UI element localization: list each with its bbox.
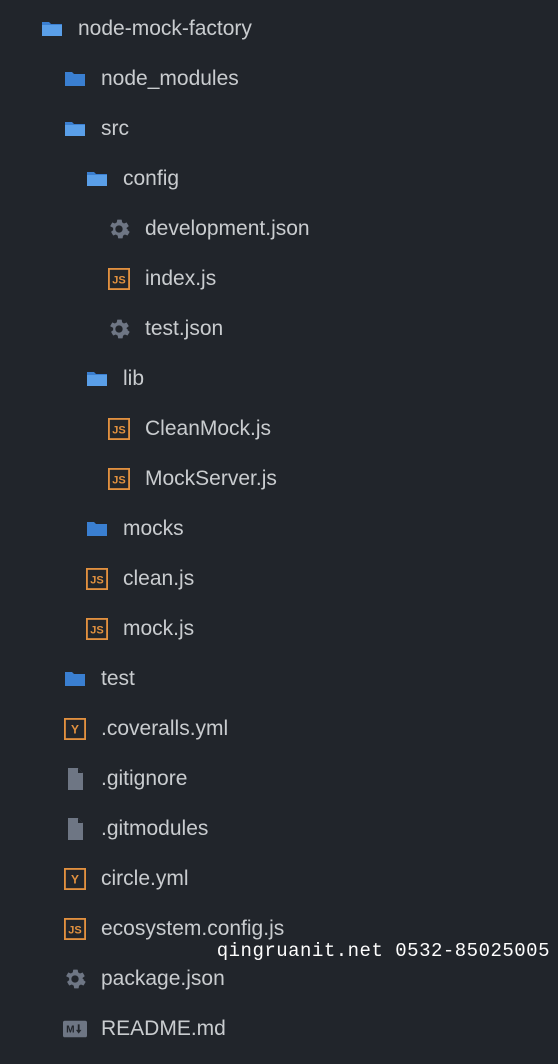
tree-item[interactable]: .gitmodules [0,804,558,854]
js-file-icon: JS [107,267,131,291]
folder-closed-icon [63,67,87,91]
tree-item-label: config [123,167,179,191]
js-file-icon: JS [85,567,109,591]
folder-open-icon [63,117,87,141]
tree-item[interactable]: M README.md [0,1004,558,1054]
svg-text:JS: JS [90,575,103,587]
tree-item-label: circle.yml [101,867,189,891]
tree-item-label: lib [123,367,144,391]
tree-item[interactable]: JS CleanMock.js [0,404,558,454]
tree-item[interactable]: JS MockServer.js [0,454,558,504]
tree-item-label: ecosystem.config.js [101,917,284,941]
js-file-icon: JS [107,467,131,491]
folder-closed-icon [63,667,87,691]
folder-open-icon [40,17,64,41]
tree-item-label: MockServer.js [145,467,277,491]
js-file-icon: JS [107,417,131,441]
gear-icon [107,317,131,341]
tree-item[interactable]: Ycircle.yml [0,854,558,904]
markdown-file-icon: M [63,1017,87,1041]
tree-item-label: clean.js [123,567,194,591]
svg-text:JS: JS [112,425,125,437]
tree-item[interactable]: JS mock.js [0,604,558,654]
tree-item[interactable]: node-mock-factory [0,4,558,54]
svg-text:JS: JS [112,275,125,287]
tree-item[interactable]: Y .coveralls.yml [0,704,558,754]
tree-item-label: node_modules [101,67,239,91]
js-file-icon: JS [85,617,109,641]
js-file-icon: JS [63,917,87,941]
svg-text:Y: Y [71,873,79,887]
tree-item-label: mocks [123,517,184,541]
tree-item-label: CleanMock.js [145,417,271,441]
file-tree: node-mock-factory node_modulessrc config de… [0,0,558,1064]
tree-item-label: .gitmodules [101,817,208,841]
gear-icon [107,217,131,241]
file-icon [63,767,87,791]
tree-item[interactable]: JS clean.js [0,554,558,604]
svg-text:JS: JS [68,925,81,937]
tree-item[interactable]: development.json [0,204,558,254]
yaml-file-icon: Y [63,717,87,741]
tree-item-label: .coveralls.yml [101,717,228,741]
yaml-file-icon: Y [63,867,87,891]
tree-item-label: test [101,667,135,691]
tree-item-label: test.json [145,317,223,341]
folder-closed-icon [85,517,109,541]
tree-item[interactable]: .gitignore [0,754,558,804]
tree-item-label: package.json [101,967,225,991]
tree-item-label: index.js [145,267,216,291]
tree-item[interactable]: JS index.js [0,254,558,304]
tree-item[interactable]: src [0,104,558,154]
tree-item-label: development.json [145,217,310,241]
tree-item[interactable]: config [0,154,558,204]
tree-item-label: src [101,117,129,141]
tree-item[interactable]: node_modules [0,54,558,104]
tree-item[interactable]: test [0,654,558,704]
tree-item[interactable]: lib [0,354,558,404]
tree-item[interactable]: mocks [0,504,558,554]
watermark-text: qingruanit.net 0532-85025005 [217,940,550,962]
tree-item-label: .gitignore [101,767,187,791]
gear-icon [63,967,87,991]
svg-text:JS: JS [90,625,103,637]
svg-text:Y: Y [71,723,79,737]
svg-text:JS: JS [112,475,125,487]
tree-item-label: README.md [101,1017,226,1041]
tree-item-label: mock.js [123,617,194,641]
file-icon [63,817,87,841]
svg-text:M: M [66,1025,74,1036]
folder-open-icon [85,367,109,391]
tree-item[interactable]: test.json [0,304,558,354]
folder-open-icon [85,167,109,191]
tree-item-label: node-mock-factory [78,17,252,41]
